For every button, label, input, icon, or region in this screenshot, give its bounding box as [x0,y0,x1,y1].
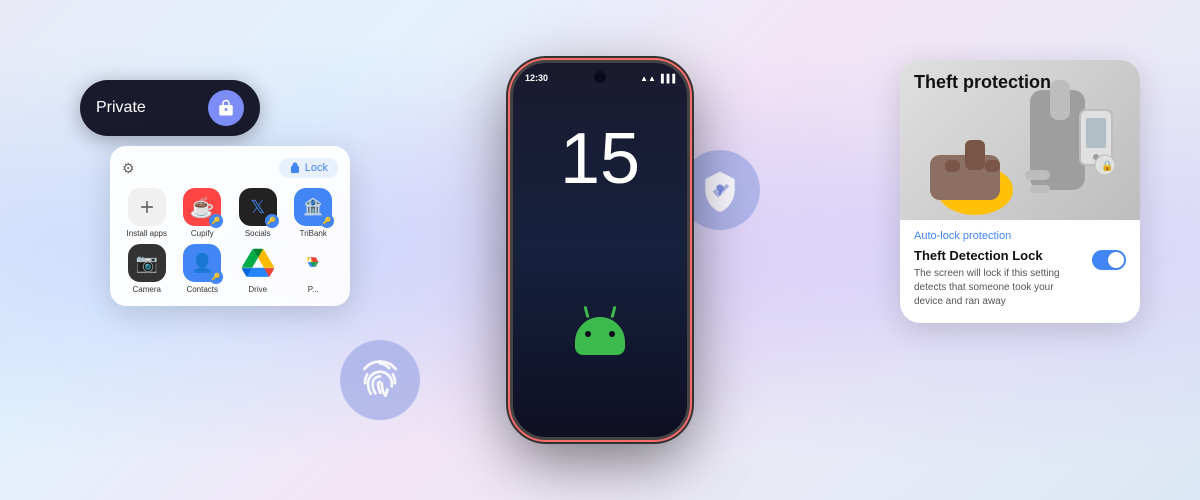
feature-desc: The screen will lock if this setting det… [914,267,1084,309]
card-image: Theft protection [900,60,1140,220]
shield-bubble [680,150,760,230]
app-label: Socials [245,229,271,238]
app-label: Camera [133,285,161,294]
app-item-tribank[interactable]: 🏦 🔑 TriBank [289,188,339,238]
lock-btn-icon [289,162,301,174]
phone-number: 15 [560,123,640,195]
signal-icon: ▐▐▐ [658,74,675,83]
mascot-body [560,317,640,355]
svg-text:🔒: 🔒 [1101,160,1113,172]
app-label: Drive [248,285,267,294]
app-icon-install [128,188,166,226]
status-icons: ▲▲ ▐▐▐ [640,74,675,83]
app-grid-panel: ⚙ Lock Install apps ☕ 🔑 Cupify [110,146,350,306]
app-icon-socials: 𝕏 🔑 [239,188,277,226]
wifi-icon: ▲▲ [640,74,656,83]
eye-left [585,331,591,337]
gear-icon[interactable]: ⚙ [122,160,135,177]
phone: 12:30 ▲▲ ▐▐▐ 15 [510,60,690,440]
fingerprint-icon [358,358,402,402]
app-item-contacts[interactable]: 👤 🔑 Contacts [178,244,228,294]
app-label: P... [308,285,319,294]
app-item-camera[interactable]: 📷 Camera [122,244,172,294]
phone-container: 12:30 ▲▲ ▐▐▐ 15 [510,60,690,440]
status-time: 12:30 [525,73,548,83]
card-body: Auto-lock protection Theft Detection Loc… [900,220,1140,323]
app-item-cupify[interactable]: ☕ 🔑 Cupify [178,188,228,238]
app-item-install[interactable]: Install apps [122,188,172,238]
left-panel: Private ⚙ Lock Install apps [80,80,350,306]
panel-toolbar: ⚙ Lock [122,158,338,178]
app-icon-tribank: 🏦 🔑 [294,188,332,226]
app-grid: Install apps ☕ 🔑 Cupify 𝕏 🔑 Socials 🏦 🔑 [122,188,338,294]
app-item-socials[interactable]: 𝕏 🔑 Socials [233,188,283,238]
antenna-left [583,306,589,318]
theft-detection-toggle[interactable] [1092,250,1126,270]
app-label: Install apps [127,229,167,238]
toggle-row: Theft Detection Lock The screen will loc… [914,248,1126,309]
theft-protection-card: Theft protection [900,60,1140,323]
lock-icon [217,99,235,117]
shield-key-icon [698,168,742,212]
antenna-right [610,306,616,318]
app-icon-camera: 📷 [128,244,166,282]
private-label: Private [96,99,146,117]
mascot-head [575,317,625,355]
eye-right [609,331,615,337]
feature-title: Theft Detection Lock [914,248,1084,263]
app-label: Cupify [191,229,214,238]
private-space-badge: Private [80,80,260,136]
auto-lock-label: Auto-lock protection [914,230,1126,242]
app-item-photos[interactable]: P... [289,244,339,294]
toggle-knob [1108,252,1124,268]
app-item-drive[interactable]: Drive [233,244,283,294]
app-label: TriBank [300,229,327,238]
app-label: Contacts [186,285,218,294]
app-icon-contacts: 👤 🔑 [183,244,221,282]
android-mascot [560,317,640,377]
toggle-text: Theft Detection Lock The screen will loc… [914,248,1084,309]
fingerprint-bubble [340,340,420,420]
lock-badge [208,90,244,126]
app-icon-drive [239,244,277,282]
lock-button[interactable]: Lock [279,158,338,178]
app-icon-cupify: ☕ 🔑 [183,188,221,226]
card-illustration-svg: 🔒 [910,60,1130,220]
status-bar: 12:30 ▲▲ ▐▐▐ [525,73,675,83]
app-icon-photos [294,244,332,282]
card-illustration: 🔒 [900,60,1140,220]
